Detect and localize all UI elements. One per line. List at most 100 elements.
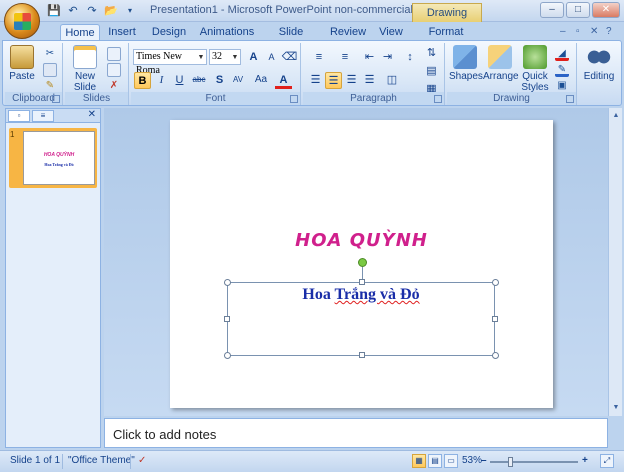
- subtitle-text[interactable]: Hoa Trắng và Đỏ: [228, 286, 494, 304]
- tab-slide-show[interactable]: Slide Show: [264, 24, 318, 54]
- format-painter-icon[interactable]: ✎: [43, 79, 57, 93]
- decrease-indent-icon[interactable]: ⇤: [361, 49, 378, 66]
- copy-icon[interactable]: [43, 63, 57, 77]
- shapes-button[interactable]: Shapes: [449, 45, 483, 82]
- scroll-up-icon[interactable]: ▲: [610, 110, 622, 122]
- increase-indent-icon[interactable]: ⇥: [379, 49, 396, 66]
- shape-outline-icon[interactable]: ✎: [555, 63, 569, 77]
- strikethrough-button[interactable]: abc: [189, 72, 209, 89]
- change-case-button[interactable]: Aa: [251, 72, 271, 89]
- resize-handle-bottom[interactable]: [359, 352, 365, 358]
- shape-fill-icon[interactable]: ◢: [555, 47, 569, 61]
- close-button[interactable]: ✕: [592, 2, 620, 18]
- reset-icon[interactable]: [107, 63, 121, 77]
- numbering-icon[interactable]: ≡: [333, 49, 357, 66]
- font-size-select[interactable]: 32 ▼: [209, 49, 241, 65]
- fit-to-window-icon[interactable]: ⤢: [600, 454, 614, 468]
- paste-button[interactable]: Paste: [9, 45, 35, 82]
- text-direction-icon[interactable]: ⇅: [423, 45, 440, 62]
- subtitle-textbox[interactable]: Hoa Trắng và Đỏ: [224, 279, 499, 359]
- align-center-icon[interactable]: ☰: [325, 72, 342, 89]
- shape-effects-icon[interactable]: ▣: [555, 79, 569, 93]
- line-spacing-icon[interactable]: ↕: [399, 49, 421, 66]
- zoom-slider-thumb[interactable]: [508, 457, 513, 467]
- arrange-button[interactable]: Arrange: [483, 45, 519, 82]
- ribbon-minimize-icon[interactable]: –: [560, 26, 566, 37]
- paragraph-launcher-icon[interactable]: [434, 95, 442, 103]
- slide-show-icon[interactable]: ▭: [444, 454, 458, 468]
- align-text-icon[interactable]: ▤: [423, 63, 440, 80]
- bullets-icon[interactable]: ≡: [307, 49, 331, 66]
- quick-styles-button[interactable]: Quick Styles: [519, 45, 551, 93]
- align-right-icon[interactable]: ☰: [343, 72, 360, 89]
- window-title: Presentation1 - Microsoft PowerPoint non…: [150, 4, 434, 16]
- tab-design[interactable]: Design: [148, 24, 190, 41]
- arrange-icon: [488, 45, 512, 69]
- resize-handle-top[interactable]: [359, 279, 365, 285]
- close-panel-icon[interactable]: ✕: [88, 109, 96, 120]
- cut-icon[interactable]: ✂: [43, 47, 57, 61]
- vertical-scrollbar[interactable]: ▲ ▼: [608, 108, 622, 416]
- zoom-out-icon[interactable]: –: [481, 455, 487, 466]
- rotation-handle[interactable]: [358, 258, 367, 267]
- tab-insert[interactable]: Insert: [104, 24, 140, 41]
- layout-icon[interactable]: [107, 47, 121, 61]
- shadow-button[interactable]: S: [211, 72, 228, 89]
- italic-button[interactable]: I: [153, 72, 170, 89]
- ribbon-restore-icon[interactable]: ▫: [576, 26, 580, 37]
- office-button[interactable]: [4, 3, 40, 39]
- editing-button[interactable]: Editing: [581, 45, 617, 82]
- slide-thumbnail[interactable]: 1 HOA QUỲNH Hoa Trắng và Đỏ: [9, 128, 97, 188]
- redo-icon[interactable]: ↷: [84, 3, 100, 19]
- slide-canvas[interactable]: HOA QUỲNH Hoa Trắng và Đỏ: [170, 120, 553, 408]
- slides-tab-icon[interactable]: ▫: [8, 110, 30, 122]
- tab-format[interactable]: Format: [424, 24, 468, 41]
- clipboard-launcher-icon[interactable]: [52, 95, 60, 103]
- zoom-slider[interactable]: [490, 457, 578, 467]
- font-color-button[interactable]: A: [275, 72, 292, 89]
- font-launcher-icon[interactable]: [290, 95, 298, 103]
- delete-slide-icon[interactable]: ✗: [107, 79, 121, 93]
- outline-tab-icon[interactable]: ≡: [32, 110, 54, 122]
- tab-review[interactable]: Review: [328, 24, 368, 41]
- zoom-level[interactable]: 53%: [462, 455, 482, 466]
- save-icon[interactable]: 💾: [46, 3, 62, 19]
- normal-view-icon[interactable]: ▦: [412, 454, 426, 468]
- resize-handle-top-left[interactable]: [224, 279, 231, 286]
- zoom-in-icon[interactable]: +: [582, 455, 588, 466]
- open-icon[interactable]: 📂: [103, 3, 119, 19]
- char-spacing-button[interactable]: AV: [227, 72, 249, 89]
- columns-icon[interactable]: ◫: [381, 72, 403, 89]
- slide-sorter-icon[interactable]: ▤: [428, 454, 442, 468]
- undo-icon[interactable]: ↶: [65, 3, 81, 19]
- align-left-icon[interactable]: ☰: [307, 72, 324, 89]
- bold-button[interactable]: B: [134, 72, 151, 89]
- drawing-launcher-icon[interactable]: [566, 95, 574, 103]
- new-slide-button[interactable]: New Slide: [69, 45, 101, 93]
- minimize-button[interactable]: –: [540, 2, 564, 18]
- scroll-down-icon[interactable]: ▼: [610, 402, 622, 414]
- maximize-button[interactable]: □: [566, 2, 590, 18]
- resize-handle-top-right[interactable]: [492, 279, 499, 286]
- grow-font-button[interactable]: A: [245, 49, 262, 66]
- font-family-select[interactable]: Times New Roma ▼: [133, 49, 207, 76]
- status-divider: [130, 454, 131, 469]
- underline-button[interactable]: U: [171, 72, 188, 89]
- slide-title[interactable]: HOA QUỲNH: [170, 230, 553, 251]
- resize-handle-left[interactable]: [224, 316, 230, 322]
- ribbon-close-icon[interactable]: ✕: [590, 26, 598, 37]
- tab-home[interactable]: Home: [60, 24, 100, 41]
- help-icon[interactable]: ?: [606, 26, 612, 37]
- justify-icon[interactable]: ☰: [361, 72, 378, 89]
- notes-pane[interactable]: Click to add notes: [104, 418, 608, 448]
- tab-animations[interactable]: Animations: [198, 24, 256, 41]
- title-bar: 💾 ↶ ↷ 📂 ▾ Presentation1 - Microsoft Powe…: [0, 0, 624, 37]
- tab-view[interactable]: View: [376, 24, 406, 41]
- resize-handle-bottom-left[interactable]: [224, 352, 231, 359]
- resize-handle-bottom-right[interactable]: [492, 352, 499, 359]
- clear-format-icon[interactable]: ⌫: [281, 49, 298, 66]
- spellcheck-icon[interactable]: ✓: [138, 455, 146, 466]
- resize-handle-right[interactable]: [492, 316, 498, 322]
- customize-qat-icon[interactable]: ▾: [122, 3, 138, 19]
- shrink-font-button[interactable]: A: [263, 49, 280, 66]
